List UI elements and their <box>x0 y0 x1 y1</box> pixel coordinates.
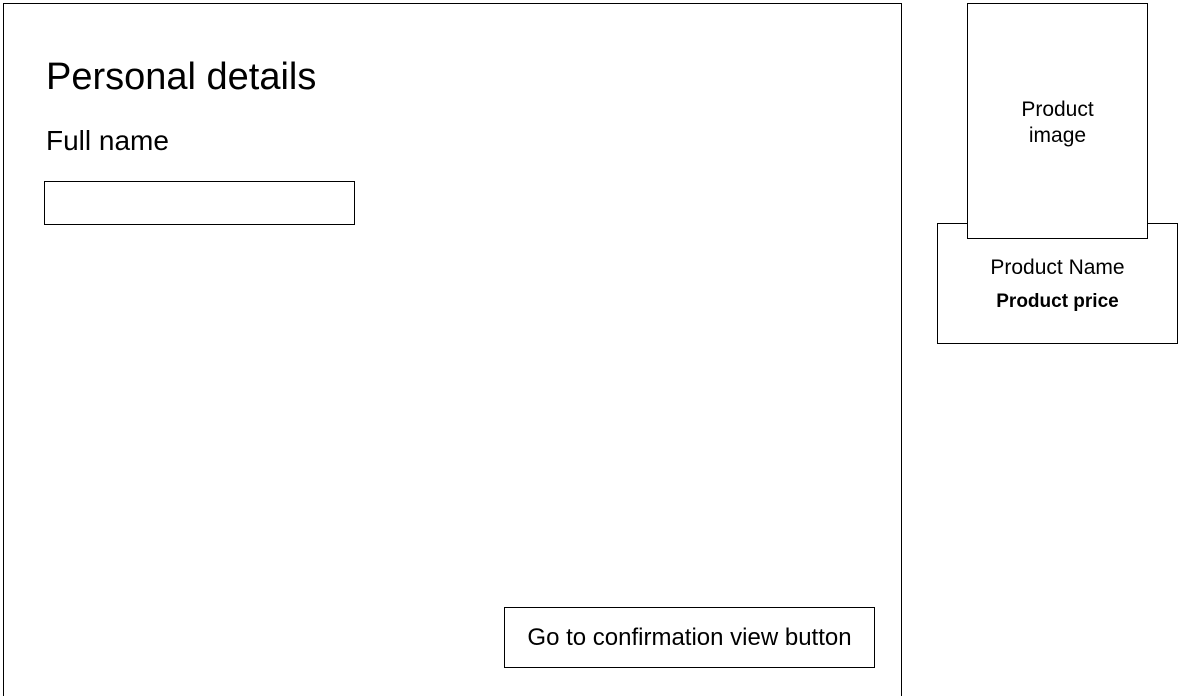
product-summary-card: Product Name Product price <box>937 223 1178 344</box>
personal-details-panel: Personal details Full name Go to confirm… <box>3 3 902 696</box>
full-name-input[interactable] <box>44 181 355 225</box>
product-price: Product price <box>996 291 1119 312</box>
page-title: Personal details <box>46 56 317 98</box>
product-image-placeholder-label: Product image <box>1021 98 1094 147</box>
go-to-confirmation-button[interactable]: Go to confirmation view button <box>504 607 875 668</box>
product-image: Product image <box>967 3 1148 239</box>
product-name: Product Name <box>990 256 1125 279</box>
full-name-label: Full name <box>46 125 169 156</box>
checkout-wireframe: Personal details Full name Go to confirm… <box>0 0 1178 696</box>
